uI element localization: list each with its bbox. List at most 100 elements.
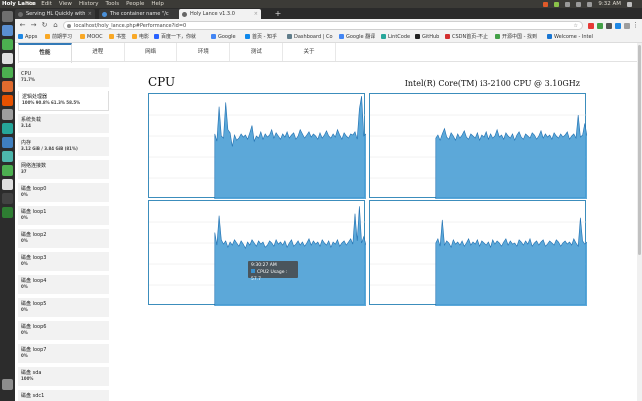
tab-performance[interactable]: 性能 xyxy=(18,43,72,63)
bookmark-link[interactable]: GitHub xyxy=(415,32,439,42)
menu-history[interactable]: History xyxy=(79,0,99,8)
scrollbar-thumb[interactable] xyxy=(638,45,641,255)
sidebar-item-memory[interactable]: 内存 3.12 GiB / 3.84 GiB (81%) xyxy=(18,137,109,157)
bookmark-folder[interactable]: 前期学习 xyxy=(45,32,72,42)
sidebar-item-disk-loop4[interactable]: 磁盘 loop4 0% xyxy=(18,275,109,295)
forward-arrow-icon[interactable]: → xyxy=(29,21,38,30)
address-bar[interactable]: localhost/holy_lance.php#Performance?id=… xyxy=(63,21,583,30)
bookmark-link[interactable]: 开源中国 - 找到 xyxy=(495,32,537,42)
menu-tools[interactable]: Tools xyxy=(106,0,120,8)
calc-icon[interactable] xyxy=(2,67,13,78)
extension-icon-dark[interactable] xyxy=(606,23,612,29)
ubuntu-dash-icon[interactable] xyxy=(2,11,13,22)
extension-icon-blue[interactable] xyxy=(615,23,621,29)
chrome-tray-icon[interactable] xyxy=(543,2,549,8)
sidebar-item-disk-loop2[interactable]: 磁盘 loop2 0% xyxy=(18,229,109,249)
bookmark-folder[interactable]: 电影 xyxy=(132,32,149,42)
extension-icon-grey[interactable] xyxy=(624,23,630,29)
extension-icon-red[interactable] xyxy=(588,23,594,29)
text-editor-icon[interactable] xyxy=(2,53,13,64)
app-icon-dark-green[interactable] xyxy=(2,207,13,218)
sidebar-item-connections[interactable]: 网络连接数 37 xyxy=(18,160,109,180)
bookmark-link[interactable]: 百度一下，你就 xyxy=(154,32,196,42)
menu-edit[interactable]: Edit xyxy=(41,0,52,8)
volume-icon[interactable] xyxy=(587,2,593,8)
app-icon-blue[interactable] xyxy=(2,137,13,148)
performance-sidebar: CPU 71.7% 逻辑处理器 100% 90.8% 61.3% 58.5% 系… xyxy=(18,66,110,401)
zhihu-icon xyxy=(245,34,250,39)
network-icon[interactable] xyxy=(554,2,560,8)
sidebar-item-disk-loop6[interactable]: 磁盘 loop6 0% xyxy=(18,321,109,341)
bookmark-star-icon[interactable]: ☆ xyxy=(574,22,578,31)
page-scrollbar[interactable] xyxy=(637,43,642,401)
new-tab-button[interactable]: + xyxy=(273,9,283,19)
bookmarks-bar: Apps 前期学习 MOOC 书签 电影 百度一下，你就 Google 首页 -… xyxy=(15,32,642,43)
bookmark-link[interactable]: 首页 - 知乎 xyxy=(245,32,277,42)
sidebar-item-value: 0% xyxy=(21,353,28,358)
bookmark-link[interactable]: Welcome - Intel xyxy=(547,32,593,42)
sidebar-item-value: 37 xyxy=(21,169,27,174)
app-icon-teal[interactable] xyxy=(2,123,13,134)
tab-test[interactable]: 测试 xyxy=(230,43,284,61)
files-icon[interactable] xyxy=(2,25,13,36)
cpu2-usage-chart[interactable] xyxy=(369,93,587,199)
cpu4-usage-chart[interactable] xyxy=(369,200,587,306)
menu-view[interactable]: View xyxy=(59,0,72,8)
sidebar-item-disk-loop3[interactable]: 磁盘 loop3 0% xyxy=(18,252,109,272)
intel-icon xyxy=(547,34,552,39)
sidebar-item-cpu[interactable]: CPU 71.7% xyxy=(18,68,109,88)
bookmark-link[interactable]: Google xyxy=(211,32,236,42)
bookmark-folder[interactable]: MOOC xyxy=(80,32,103,42)
bookmark-link[interactable]: CSDN首页-不止 xyxy=(445,32,488,42)
info-icon[interactable] xyxy=(67,24,71,28)
paw-icon xyxy=(154,34,159,39)
trash-icon[interactable] xyxy=(2,379,13,390)
cpu1-usage-chart[interactable] xyxy=(148,93,366,199)
home-icon[interactable]: ⌂ xyxy=(51,21,60,30)
back-arrow-icon[interactable]: ← xyxy=(18,21,27,30)
sidebar-item-system-load[interactable]: 系统负载 3.14 xyxy=(18,114,109,134)
menu-help[interactable]: Help xyxy=(151,0,164,8)
libreoffice-icon[interactable] xyxy=(2,39,13,50)
tab-holy-lance[interactable]: Holy Lance v1.3.0 × xyxy=(179,9,261,19)
sidebar-item-disk-sdc1[interactable]: 磁盘 sdc1 xyxy=(18,390,109,401)
chrome-menu-icon[interactable]: ⋮ xyxy=(631,21,640,30)
sidebar-item-disk-loop5[interactable]: 磁盘 loop5 0% xyxy=(18,298,109,318)
sidebar-item-logical-processors[interactable]: 逻辑处理器 100% 90.8% 61.3% 58.5% xyxy=(18,91,109,111)
tab-process[interactable]: 进程 xyxy=(72,43,125,61)
tab-close-icon[interactable]: × xyxy=(88,9,92,19)
chrome-icon[interactable] xyxy=(2,179,13,190)
tab-close-icon[interactable]: × xyxy=(254,9,258,19)
bookmark-link[interactable]: LintCode xyxy=(381,32,410,42)
tab-favicon-icon xyxy=(182,12,187,17)
clock[interactable]: 9:32 AM xyxy=(598,0,621,8)
extension-icon-green[interactable] xyxy=(597,23,603,29)
app-icon-green[interactable] xyxy=(2,165,13,176)
power-icon[interactable] xyxy=(627,2,632,8)
bookmark-folder[interactable]: 书签 xyxy=(109,32,126,42)
sidebar-item-disk-loop7[interactable]: 磁盘 loop7 0% xyxy=(18,344,109,364)
sidebar-item-disk-sda[interactable]: 磁盘 sda 100% xyxy=(18,367,109,387)
tab-about[interactable]: 关于 xyxy=(283,43,336,61)
tab-network[interactable]: 网络 xyxy=(125,43,178,61)
settings-icon[interactable] xyxy=(2,109,13,120)
input-method-icon[interactable] xyxy=(565,2,571,8)
tab-serving-hl[interactable]: Serving HL Quickly with × xyxy=(15,9,95,19)
bookmark-link[interactable]: Google 翻译 xyxy=(339,32,375,42)
sidebar-item-disk-loop0[interactable]: 磁盘 loop0 0% xyxy=(18,183,109,203)
cpu3-usage-chart[interactable] xyxy=(148,200,366,306)
tab-container-name[interactable]: The container name "/c × xyxy=(99,9,187,19)
sidebar-item-disk-loop1[interactable]: 磁盘 loop1 0% xyxy=(18,206,109,226)
menu-file[interactable]: File xyxy=(25,0,34,8)
wifi-icon[interactable] xyxy=(576,2,582,8)
tab-environment[interactable]: 环境 xyxy=(177,43,231,61)
reload-icon[interactable]: ↻ xyxy=(40,21,49,30)
sidebar-item-value: 0% xyxy=(21,238,28,243)
terminal-icon[interactable] xyxy=(2,193,13,204)
app-icon-cyan[interactable] xyxy=(2,151,13,162)
bookmark-apps[interactable]: Apps xyxy=(18,32,37,42)
menu-people[interactable]: People xyxy=(126,0,144,8)
bookmark-link[interactable]: Dashboard | Co xyxy=(287,32,333,42)
impress-icon[interactable] xyxy=(2,81,13,92)
software-center-icon[interactable] xyxy=(2,95,13,106)
